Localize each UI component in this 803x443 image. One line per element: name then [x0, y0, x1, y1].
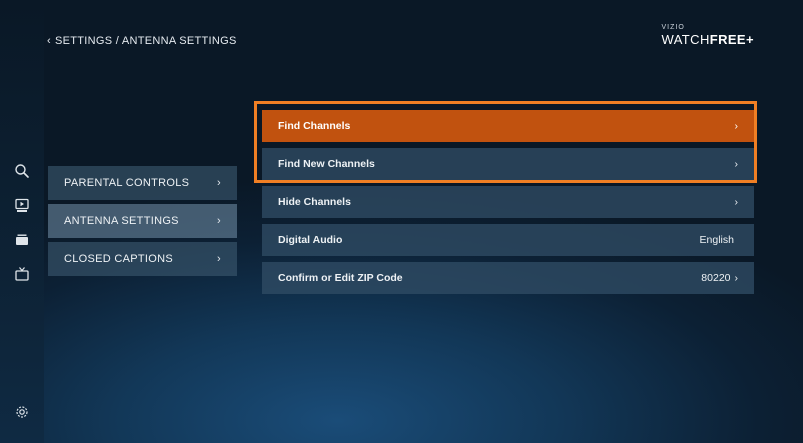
library-icon[interactable]: [14, 232, 30, 248]
menu-item-parental-controls[interactable]: PARENTAL CONTROLS ›: [48, 166, 237, 200]
option-label: Confirm or Edit ZIP Code: [278, 272, 403, 284]
option-value: 80220: [701, 272, 731, 284]
chevron-right-icon: ›: [734, 158, 739, 170]
menu-item-label: ANTENNA SETTINGS: [64, 215, 179, 227]
option-find-new-channels[interactable]: Find New Channels ›: [262, 148, 754, 180]
chevron-right-icon: ›: [217, 215, 221, 227]
option-digital-audio[interactable]: Digital Audio English: [262, 224, 754, 256]
breadcrumb-path: SETTINGS / ANTENNA SETTINGS: [54, 35, 237, 47]
side-rail: [0, 0, 44, 443]
settings-category-menu: PARENTAL CONTROLS › ANTENNA SETTINGS › C…: [48, 166, 237, 280]
menu-item-label: PARENTAL CONTROLS: [64, 177, 190, 189]
menu-item-antenna-settings[interactable]: ANTENNA SETTINGS ›: [48, 204, 237, 238]
chevron-right-icon: ›: [734, 272, 739, 284]
brand-watchfree: WATCHFREE+: [661, 32, 754, 47]
antenna-settings-menu: Find Channels › Find New Channels › Hide…: [262, 110, 754, 300]
option-label: Digital Audio: [278, 234, 343, 246]
option-zip-code[interactable]: Confirm or Edit ZIP Code 80220 ›: [262, 262, 754, 294]
option-hide-channels[interactable]: Hide Channels ›: [262, 186, 754, 218]
chevron-right-icon: ›: [734, 120, 739, 132]
chevron-right-icon: ›: [217, 253, 221, 265]
search-icon[interactable]: [14, 163, 30, 179]
option-value: English: [699, 234, 734, 246]
option-label: Find Channels: [278, 120, 351, 132]
breadcrumb[interactable]: ‹ SETTINGS / ANTENNA SETTINGS: [47, 35, 237, 47]
brand-logo: VIZIO WATCHFREE+: [662, 24, 754, 46]
menu-item-closed-captions[interactable]: CLOSED CAPTIONS ›: [48, 242, 237, 276]
chevron-right-icon: ›: [734, 196, 739, 208]
chevron-right-icon: ›: [217, 177, 221, 189]
option-label: Hide Channels: [278, 196, 351, 208]
brand-vizio: VIZIO: [661, 24, 685, 31]
menu-item-label: CLOSED CAPTIONS: [64, 253, 174, 265]
option-label: Find New Channels: [278, 158, 375, 170]
live-tv-icon[interactable]: [14, 266, 30, 282]
option-find-channels[interactable]: Find Channels ›: [262, 110, 754, 142]
gear-icon[interactable]: [14, 404, 30, 420]
watchfree-icon[interactable]: [14, 198, 30, 214]
back-chevron-icon[interactable]: ‹: [47, 35, 51, 47]
